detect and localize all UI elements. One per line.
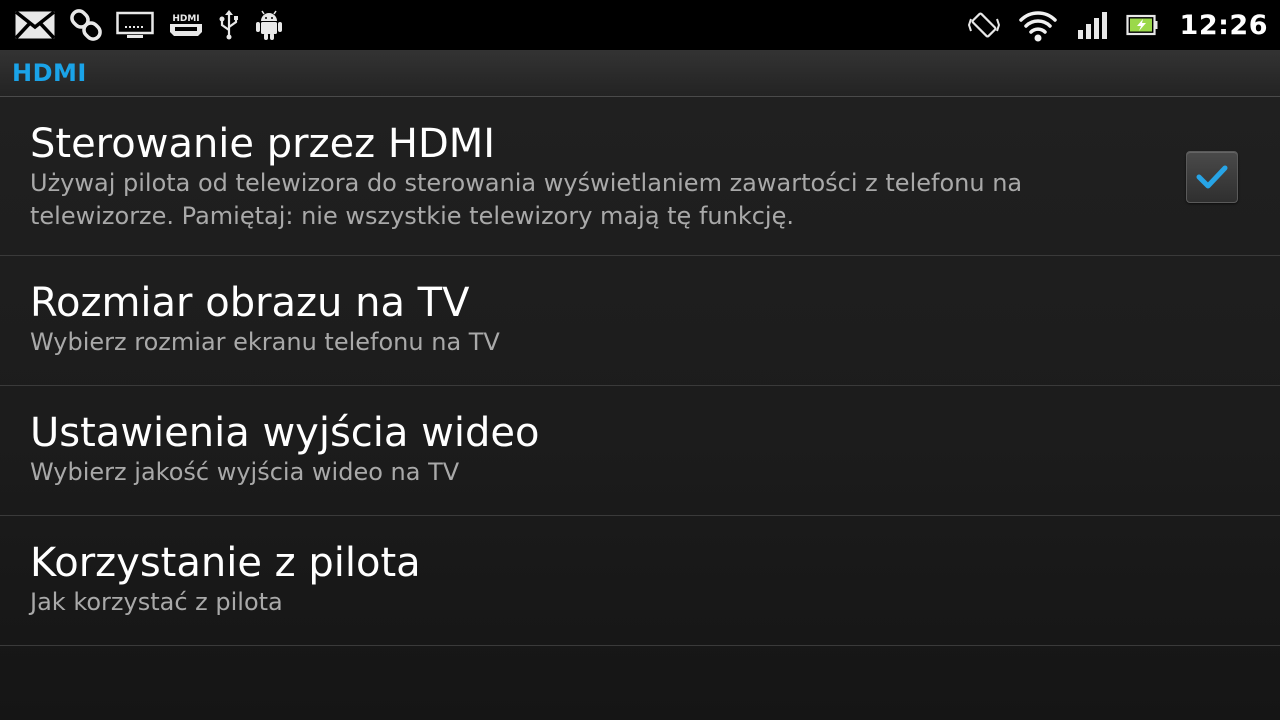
battery-icon [1125, 5, 1158, 45]
setting-using-remote[interactable]: Korzystanie z pilota Jak korzystać z pil… [0, 516, 1280, 646]
title-bar: HDMI [0, 50, 1280, 97]
page-title: HDMI [12, 59, 87, 87]
setting-summary: Jak korzystać z pilota [30, 588, 283, 616]
setting-title: Ustawienia wyjścia wideo [30, 410, 540, 456]
setting-tv-picture-size[interactable]: Rozmiar obrazu na TV Wybierz rozmiar ekr… [0, 256, 1280, 386]
status-bar: HDMI 12:26 [0, 0, 1280, 50]
setting-hdmi-control[interactable]: Sterowanie przez HDMI Używaj pilota od t… [0, 97, 1280, 256]
mail-icon [14, 5, 56, 45]
settings-list: Sterowanie przez HDMI Używaj pilota od t… [0, 97, 1280, 646]
link-icon [70, 5, 102, 45]
rotate-icon [967, 5, 1000, 45]
usb-icon [218, 5, 240, 45]
signal-icon [1076, 5, 1108, 45]
wifi-icon [1018, 5, 1058, 45]
setting-title: Sterowanie przez HDMI [30, 121, 496, 167]
setting-summary: Wybierz rozmiar ekranu telefonu na TV [30, 328, 500, 356]
system-icons: 12:26 [967, 0, 1268, 50]
hdmi-control-checkbox[interactable] [1186, 151, 1238, 203]
screen: HDMI 12:26 HDMI Sterowanie przez HDMI Uż… [0, 0, 1280, 720]
setting-summary: Używaj pilota od telewizora do sterowani… [30, 169, 1023, 230]
clock: 12:26 [1179, 9, 1268, 41]
hdmi-icon: HDMI [168, 5, 204, 45]
tv-out-icon [116, 5, 154, 45]
setting-video-output[interactable]: Ustawienia wyjścia wideo Wybierz jakość … [0, 386, 1280, 516]
setting-title: Rozmiar obrazu na TV [30, 280, 470, 326]
notification-icons[interactable]: HDMI [14, 0, 284, 50]
setting-summary: Wybierz jakość wyjścia wideo na TV [30, 458, 460, 486]
hdmi-glyph-text: HDMI [172, 14, 199, 24]
setting-title: Korzystanie z pilota [30, 540, 421, 586]
android-debug-icon [254, 5, 284, 45]
checkmark-icon [1196, 165, 1228, 189]
